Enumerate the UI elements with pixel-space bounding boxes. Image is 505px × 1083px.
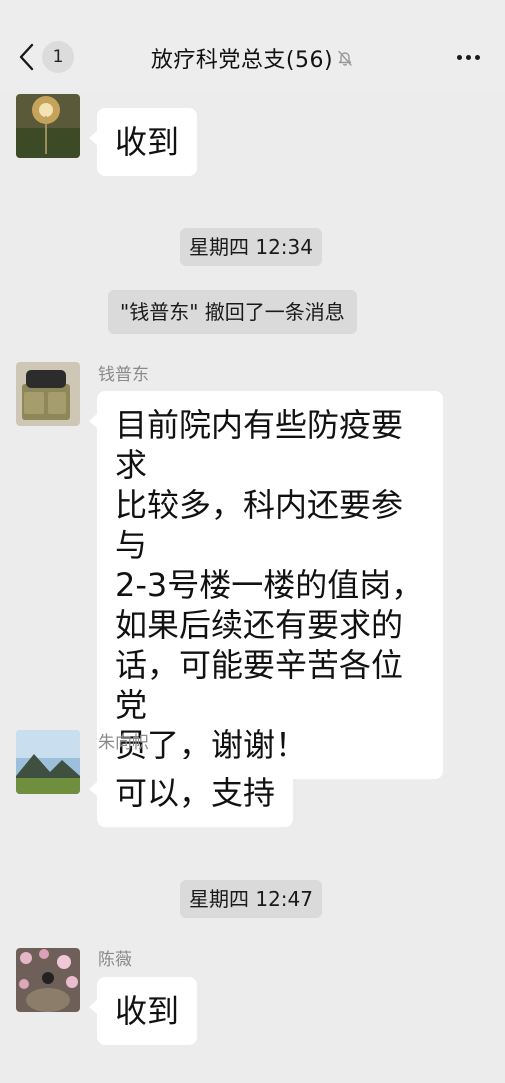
bell-slash-icon: [338, 50, 352, 66]
avatar[interactable]: [16, 730, 80, 794]
message-line: 2-3号楼一楼的值岗，: [115, 566, 424, 604]
avatar-bag-image: [16, 362, 80, 426]
chat-header: 1 放疗科党总支(56): [0, 0, 505, 92]
message-bubble[interactable]: 收到: [88, 977, 198, 1045]
timestamp: 星期四 12:34: [180, 228, 322, 266]
avatar-mountain-image: [16, 730, 80, 794]
message-text: 可以，支持: [115, 774, 276, 812]
recall-notice: "钱普东" 撤回了一条消息: [108, 290, 357, 334]
message-line: 目前院内有些防疫要求: [115, 406, 404, 484]
title-area: 放疗科党总支(56): [0, 41, 505, 75]
avatar-dandelion-image: [16, 94, 80, 158]
message-line: 比较多，科内还要参与: [115, 486, 404, 564]
avatar-flowers-image: [16, 948, 80, 1012]
sender-name: 钱普东: [98, 365, 149, 385]
message-bubble[interactable]: 收到: [88, 108, 198, 176]
avatar[interactable]: [16, 94, 80, 158]
avatar[interactable]: [16, 362, 80, 426]
timestamp: 星期四 12:47: [180, 880, 322, 918]
chat-title: 放疗科党总支(56): [150, 48, 334, 73]
more-options-button[interactable]: [453, 42, 483, 72]
ellipsis-icon-dot: [456, 54, 462, 60]
message-line: 话，可能要辛苦各位党: [115, 646, 404, 724]
message-line: 如果后续还有要求的: [115, 606, 404, 644]
message-bubble[interactable]: 目前院内有些防疫要求 比较多，科内还要参与 2-3号楼一楼的值岗， 如果后续还有…: [89, 391, 443, 779]
message-text: 收到: [115, 992, 180, 1030]
avatar[interactable]: [16, 948, 80, 1012]
message-list[interactable]: 收到 星期四 12:34 "钱普东" 撤回了一条消息 钱普东 目前院内有些防疫要…: [0, 92, 505, 1083]
message-bubble[interactable]: 可以，支持: [88, 759, 294, 827]
ellipsis-icon-dot: [465, 54, 471, 60]
ellipsis-icon-dot: [474, 54, 480, 60]
message-text: 收到: [115, 123, 180, 161]
chat-screen: 1 放疗科党总支(56) 收到 星期四 12:34 "钱普东" 撤回了一条消息 …: [0, 0, 505, 1083]
sender-name: 陈薇: [98, 950, 132, 970]
sender-name: 朱向帜: [98, 733, 149, 753]
